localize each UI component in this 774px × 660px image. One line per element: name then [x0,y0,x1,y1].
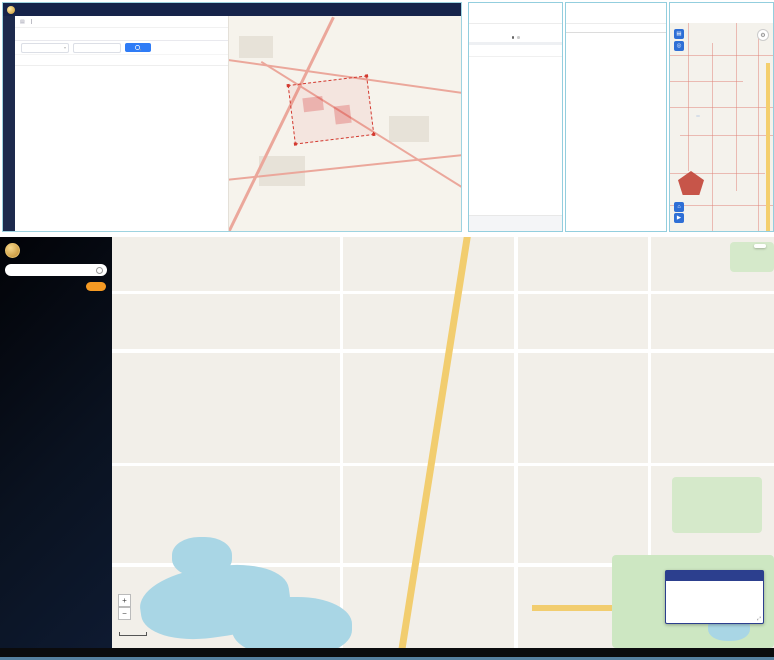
zoom-in-button[interactable]: + [118,594,131,607]
page-indicator [469,34,562,42]
platform-status-bar [0,648,774,657]
map-road [112,291,774,294]
site-building-polygon [678,171,704,195]
shortcut-grid [469,215,562,231]
water-area [232,597,352,648]
legend-panel: ⤢ [665,570,764,624]
chevron-down-icon: ▾ [64,45,66,50]
webapp-tabs [15,28,229,41]
nav-bar [469,11,562,24]
search-button[interactable] [125,43,151,52]
webapp-map-panel[interactable] [228,16,461,231]
map-road [112,349,774,353]
app-logo-icon [7,6,15,14]
expand-icon[interactable]: ⤢ [757,616,761,622]
street-line [712,43,713,231]
phone-compare [565,2,667,232]
map-building [389,116,429,142]
search-icon [96,267,103,274]
map-toolbar [754,244,766,248]
status-bar [469,3,562,11]
park-area [730,242,774,272]
site-building [334,105,352,125]
phone-distribution: ▤ ◎ ⚙ ⌂ ▶ [669,2,774,232]
water-area [172,537,232,577]
borehole-comparison-chart [566,39,666,231]
webapp-header [3,3,461,16]
app-grid [469,24,562,34]
webapp-window: ▤ | ▾ [2,2,462,232]
view-all-link[interactable] [15,70,229,72]
webapp-nav-rail [3,16,15,231]
scale-bar [119,632,147,636]
platform-map[interactable]: ⤢ + − [112,237,774,648]
basemap-toggle-pill[interactable] [86,282,106,291]
legend-items [666,581,763,623]
street-line [736,23,737,191]
spacing-row [566,24,666,33]
map-road [340,237,343,648]
park-area [672,477,762,533]
sidebar-tabs [0,278,112,288]
phone-kc3 [468,2,563,232]
platform-sidebar [0,237,112,648]
site-boundary-polygon [288,75,375,144]
zoom-out-button[interactable]: − [118,607,131,620]
nav-bar [566,11,666,24]
main-road [395,237,472,648]
legend-title [666,571,763,581]
street-line [670,173,765,174]
layers-icon[interactable]: ▤ [674,29,684,39]
locate-icon[interactable]: ◎ [674,41,684,51]
zoom-control: + − [118,594,132,620]
menu-icon[interactable]: ▤ [20,19,25,25]
site-label [696,115,700,117]
map-road [112,463,774,466]
navigate-icon[interactable]: ▶ [674,213,684,223]
status-bar [670,3,773,11]
record-tabs [469,45,562,57]
map-controls-bottom: ⌂ ▶ [674,202,684,224]
webapp-content: ▤ | ▾ [15,16,229,231]
borehole-select[interactable]: ▾ [21,43,69,53]
street-line [670,81,743,82]
detail-tabs [15,54,229,66]
platform-logo [0,237,112,262]
map-road [514,237,518,648]
keyword-input[interactable] [73,43,121,53]
street-line [688,23,689,171]
status-bar [566,3,666,11]
street-line [680,135,773,136]
filter-bar: ▾ [15,41,229,54]
street-line [758,33,759,231]
site-building [302,96,324,112]
breadcrumb: ▤ | [15,16,229,28]
logo-roundel-icon [5,243,20,258]
distribution-map[interactable]: ▤ ◎ ⚙ ⌂ ▶ [670,23,773,231]
breadcrumb-separator: | [31,19,32,25]
gear-icon[interactable]: ⚙ [757,29,769,41]
home-icon[interactable]: ⌂ [674,202,684,212]
search-input[interactable] [5,264,107,276]
map-building [239,36,273,58]
main-road [766,63,770,231]
map-controls-top: ▤ ◎ [674,29,684,51]
search-icon [135,45,140,50]
